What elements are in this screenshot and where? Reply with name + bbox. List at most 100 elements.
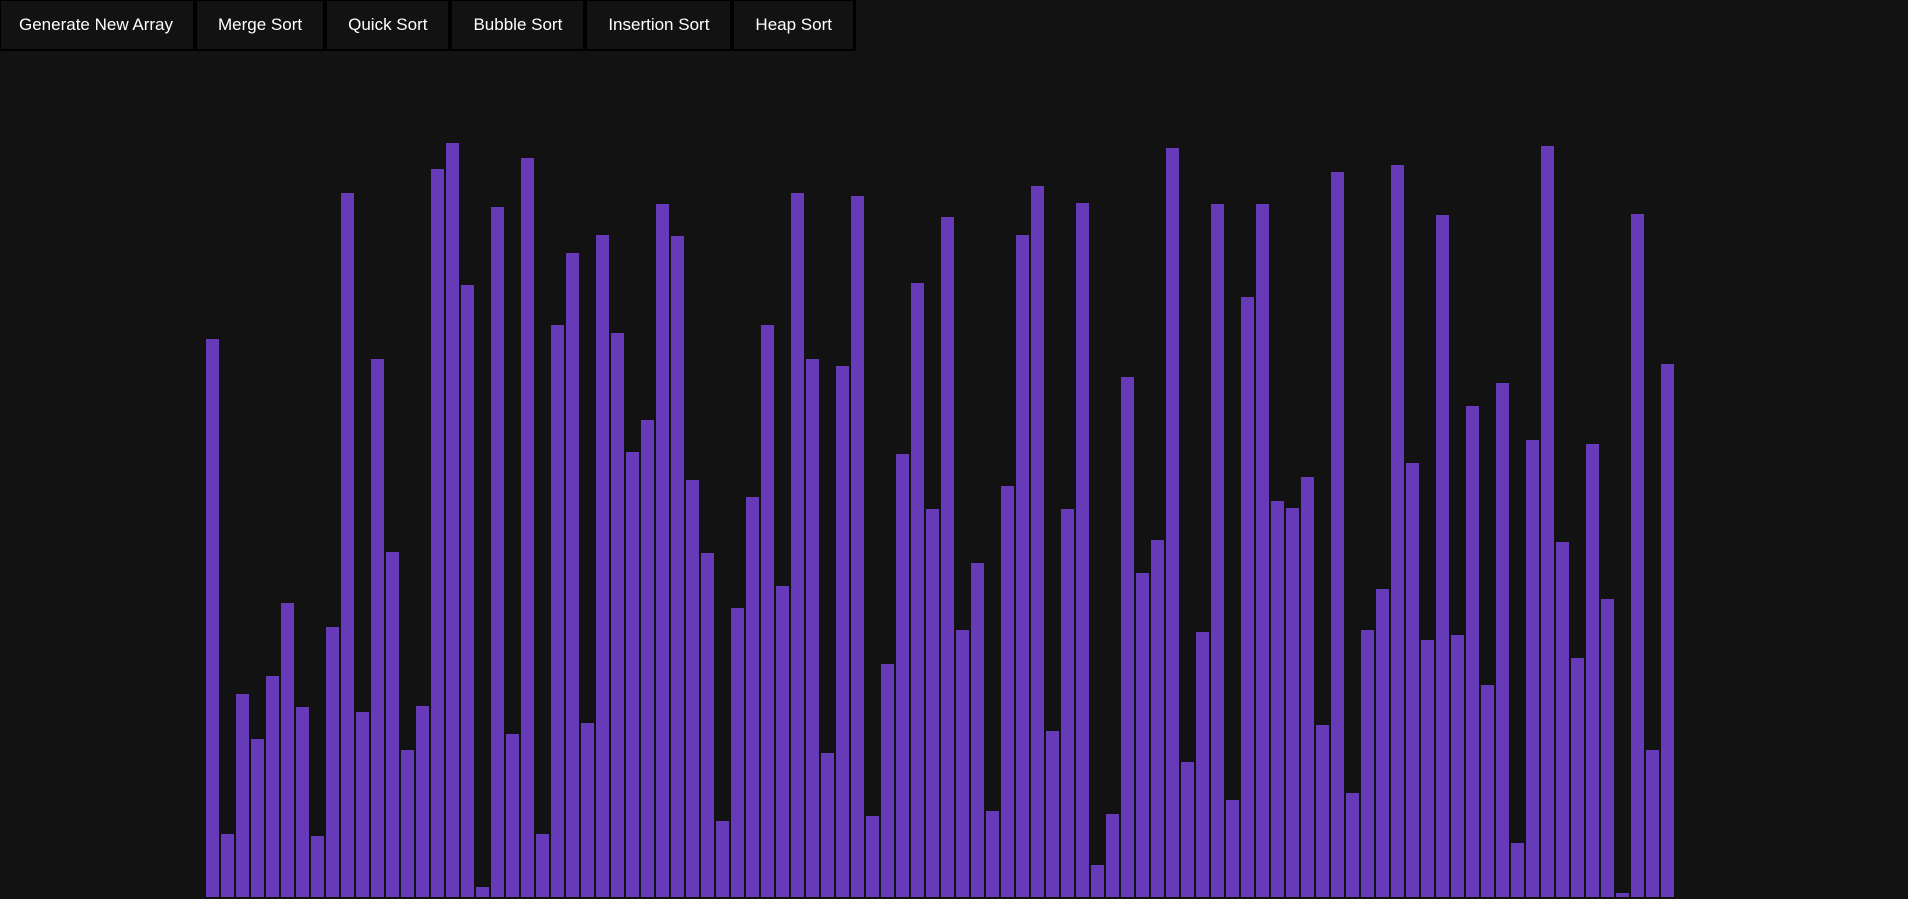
heap-sort-button[interactable]: Heap Sort	[733, 0, 856, 51]
array-bar	[641, 420, 654, 897]
array-bar	[671, 236, 684, 897]
array-bar	[1376, 589, 1389, 897]
array-bar	[956, 630, 969, 897]
array-bar	[1061, 509, 1074, 897]
bubble-sort-button[interactable]: Bubble Sort	[451, 0, 587, 51]
array-bar	[356, 712, 369, 897]
array-bar	[1106, 814, 1119, 897]
array-bar	[1286, 508, 1299, 897]
array-bar	[476, 887, 489, 897]
array-bar	[1481, 685, 1494, 897]
array-bar	[266, 676, 279, 897]
array-bar	[926, 509, 939, 897]
array-bar	[776, 586, 789, 897]
toolbar: Generate New Array Merge Sort Quick Sort…	[0, 0, 856, 51]
array-bar	[371, 359, 384, 897]
array-bar	[506, 734, 519, 897]
array-bar	[1511, 843, 1524, 897]
array-bar	[1616, 893, 1629, 897]
array-bar	[1136, 573, 1149, 897]
array-bar	[941, 217, 954, 897]
array-bar	[206, 339, 219, 897]
array-bar	[761, 325, 774, 897]
quick-sort-button[interactable]: Quick Sort	[326, 0, 452, 51]
array-bar	[746, 497, 759, 897]
array-bar	[221, 834, 234, 897]
array-bar	[1331, 172, 1344, 897]
array-bar	[1601, 599, 1614, 897]
array-bar	[581, 723, 594, 897]
array-bar	[296, 707, 309, 897]
array-bar	[986, 811, 999, 897]
array-bar	[1586, 444, 1599, 897]
array-bar	[1091, 865, 1104, 897]
array-bar	[1316, 725, 1329, 897]
array-bar	[1346, 793, 1359, 897]
array-bar	[416, 706, 429, 897]
array-bar	[731, 608, 744, 897]
array-bar	[911, 283, 924, 897]
array-bar	[1391, 165, 1404, 897]
array-bar	[1226, 800, 1239, 897]
array-bar	[386, 552, 399, 897]
array-bar	[1211, 204, 1224, 897]
array-bar	[551, 325, 564, 897]
array-bar	[401, 750, 414, 897]
array-bar	[536, 834, 549, 897]
array-bar	[1496, 383, 1509, 897]
array-bar	[836, 366, 849, 897]
array-bar	[1076, 203, 1089, 897]
array-bar	[971, 563, 984, 897]
array-bar	[1526, 440, 1539, 897]
array-bar	[1256, 204, 1269, 897]
array-bar	[1631, 214, 1644, 897]
array-bar	[1271, 501, 1284, 897]
generate-new-array-button[interactable]: Generate New Array	[0, 0, 197, 51]
array-bar	[866, 816, 879, 897]
array-bar	[1046, 731, 1059, 897]
array-bar	[596, 235, 609, 897]
array-bar	[1451, 635, 1464, 897]
array-bar	[461, 285, 474, 897]
array-bar	[1151, 540, 1164, 897]
array-bar	[611, 333, 624, 897]
array-bar	[701, 553, 714, 897]
array-bar	[236, 694, 249, 897]
insertion-sort-button[interactable]: Insertion Sort	[586, 0, 734, 51]
array-bar	[1196, 632, 1209, 897]
array-bar	[896, 454, 909, 897]
array-bar	[1181, 762, 1194, 897]
array-bar	[1421, 640, 1434, 897]
array-bar	[1466, 406, 1479, 897]
array-bar	[1436, 215, 1449, 897]
array-bar	[1016, 235, 1029, 897]
array-bar	[1556, 542, 1569, 897]
array-bar	[311, 836, 324, 897]
array-bar	[686, 480, 699, 897]
array-bar	[1031, 186, 1044, 897]
array-bar	[251, 739, 264, 897]
array-bar	[881, 664, 894, 897]
array-bar	[791, 193, 804, 897]
array-bars-container	[0, 50, 1908, 899]
array-bar	[1001, 486, 1014, 897]
array-bar	[521, 158, 534, 897]
array-bar	[821, 753, 834, 897]
merge-sort-button[interactable]: Merge Sort	[196, 0, 327, 51]
array-bar	[851, 196, 864, 897]
array-bar	[341, 193, 354, 897]
array-bar	[431, 169, 444, 897]
array-bar	[491, 207, 504, 897]
array-bar	[566, 253, 579, 897]
array-bar	[281, 603, 294, 897]
array-bar	[1646, 750, 1659, 897]
array-bar	[1166, 148, 1179, 897]
array-bar	[1121, 377, 1134, 897]
array-bar	[806, 359, 819, 897]
array-bar	[656, 204, 669, 897]
array-bar	[716, 821, 729, 897]
array-bar	[1571, 658, 1584, 897]
array-bar	[1661, 364, 1674, 897]
array-bar	[626, 452, 639, 897]
array-bar	[1541, 146, 1554, 897]
